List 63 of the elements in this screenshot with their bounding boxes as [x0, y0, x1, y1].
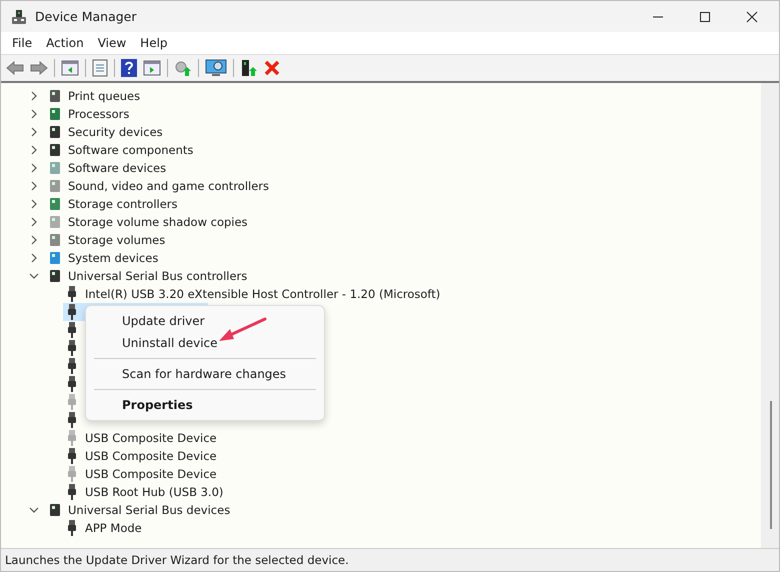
tree-item[interactable]: Print queues: [66, 87, 142, 105]
collapsed-chevron-icon[interactable]: [29, 127, 39, 137]
collapsed-chevron-icon[interactable]: [29, 199, 39, 209]
expanded-chevron-icon[interactable]: [29, 505, 39, 515]
tree-item[interactable]: Storage volume shadow copies: [66, 213, 250, 231]
tree-item[interactable]: Security devices: [66, 123, 165, 141]
tree-item[interactable]: APP Mode: [83, 519, 144, 537]
collapsed-chevron-icon[interactable]: [29, 91, 39, 101]
tree-item[interactable]: USB Root Hub (USB 3.0): [83, 483, 226, 501]
close-icon[interactable]: [746, 10, 758, 22]
maximize-icon[interactable]: [699, 10, 711, 22]
menu-item[interactable]: Uninstall device: [86, 332, 324, 354]
collapsed-chevron-icon[interactable]: [29, 181, 39, 191]
device-category-icon: [47, 124, 63, 140]
menu-item[interactable]: Scan for hardware changes: [86, 363, 324, 385]
menu-item[interactable]: Properties: [86, 394, 324, 416]
menu-item[interactable]: Update driver: [86, 310, 324, 332]
device-category-icon: [47, 214, 63, 230]
collapsed-chevron-icon[interactable]: [29, 109, 39, 119]
tree-item[interactable]: System devices: [66, 249, 160, 267]
add-driver-icon[interactable]: [240, 59, 258, 77]
properties-icon[interactable]: [92, 59, 108, 77]
device-manager-icon: [11, 8, 27, 24]
console-tree-icon[interactable]: [61, 60, 79, 76]
collapsed-chevron-icon[interactable]: [29, 145, 39, 155]
tree-item[interactable]: Sound, video and game controllers: [66, 177, 272, 195]
device-category-icon: [47, 268, 63, 284]
tree-item[interactable]: Storage controllers: [66, 195, 180, 213]
tree-item[interactable]: Intel(R) USB 3.20 eXtensible Host Controller - 1.20 (Microsoft): [83, 285, 442, 303]
menu-item[interactable]: File: [5, 36, 40, 50]
uninstall-icon[interactable]: [264, 60, 280, 76]
device-category-icon: [47, 250, 63, 266]
device-category-icon: [47, 142, 63, 158]
device-category-icon: [47, 88, 63, 104]
tree-item[interactable]: Universal Serial Bus controllers: [66, 267, 250, 285]
collapsed-chevron-icon[interactable]: [29, 163, 39, 173]
device-category-icon: [47, 232, 63, 248]
collapsed-chevron-icon[interactable]: [29, 217, 39, 227]
window-title: Device Manager: [35, 9, 137, 24]
tree-item[interactable]: Storage volumes: [66, 231, 168, 249]
help-icon[interactable]: [121, 59, 137, 77]
forward-arrow-icon[interactable]: [30, 61, 48, 75]
device-category-icon: [47, 196, 63, 212]
action-pane-icon[interactable]: [143, 60, 161, 76]
scrollbar-thumb[interactable]: [770, 401, 772, 529]
expanded-chevron-icon[interactable]: [29, 271, 39, 281]
menu-item[interactable]: Help: [133, 36, 175, 50]
tree-item[interactable]: Processors: [66, 105, 132, 123]
tree-item[interactable]: Software devices: [66, 159, 168, 177]
device-category-icon: [47, 178, 63, 194]
device-category-icon: [47, 160, 63, 176]
tree-item[interactable]: USB Composite Device: [83, 447, 219, 465]
menu-item[interactable]: View: [90, 36, 134, 50]
device-category-icon: [47, 106, 63, 122]
tree-item[interactable]: Software components: [66, 141, 196, 159]
collapsed-chevron-icon[interactable]: [29, 235, 39, 245]
status-text: Launches the Update Driver Wizard for the selected device.: [5, 553, 349, 567]
device-category-icon: [47, 502, 63, 518]
scan-monitor-icon[interactable]: [205, 59, 227, 77]
back-arrow-icon[interactable]: [6, 61, 24, 75]
collapsed-chevron-icon[interactable]: [29, 253, 39, 263]
tree-item[interactable]: Universal Serial Bus devices: [66, 501, 232, 519]
menu-item[interactable]: Action: [39, 36, 91, 50]
